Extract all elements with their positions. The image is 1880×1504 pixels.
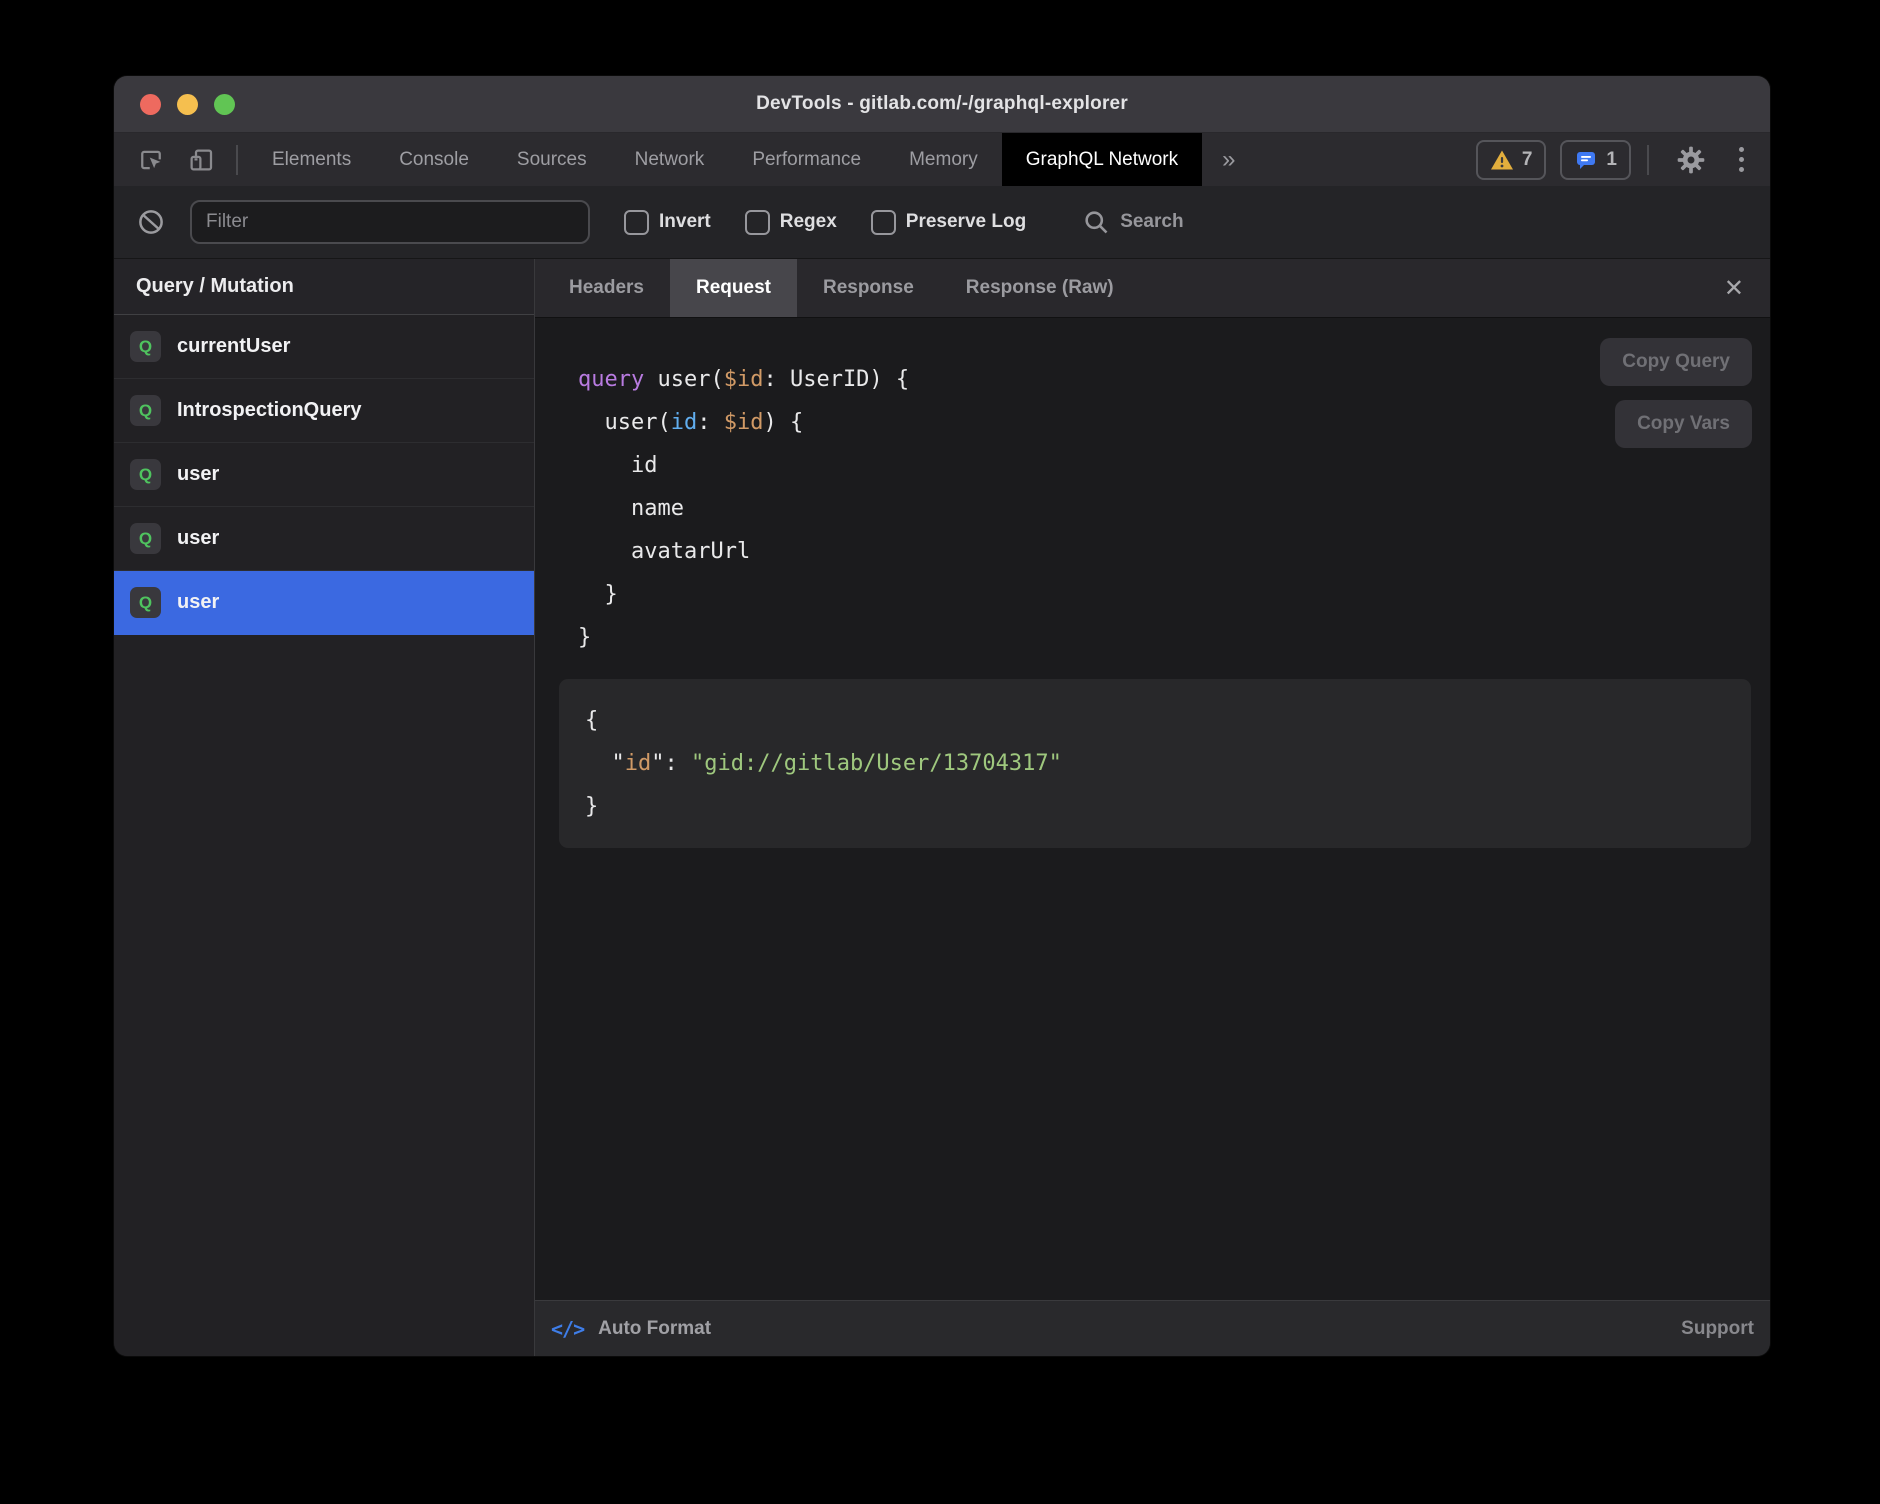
more-tabs-button[interactable]: » xyxy=(1202,133,1255,186)
detail-tabs: Headers Request Response Response (Raw) xyxy=(543,259,1140,317)
close-window-button[interactable] xyxy=(140,94,161,115)
checkbox-preserve-log[interactable]: Preserve Log xyxy=(871,210,1026,235)
device-toolbar-icon xyxy=(186,145,216,175)
traffic-lights xyxy=(140,76,235,132)
close-detail-button[interactable]: ✕ xyxy=(1698,259,1770,317)
query-type-badge: Q xyxy=(130,395,161,426)
filter-input[interactable] xyxy=(190,200,590,244)
code-line: query user($id: UserID) { xyxy=(578,358,1770,401)
request-detail-panel: Headers Request Response Response (Raw) … xyxy=(535,259,1770,1356)
messages-badge[interactable]: 1 xyxy=(1560,140,1631,180)
checkbox-box[interactable] xyxy=(624,210,649,235)
code-line: user(id: $id) { xyxy=(578,401,1770,444)
code-line: } xyxy=(585,785,1725,828)
titlebar: DevTools - gitlab.com/-/graphql-explorer xyxy=(114,76,1770,133)
tab-performance[interactable]: Performance xyxy=(728,133,885,186)
copy-vars-button[interactable]: Copy Vars xyxy=(1615,400,1752,448)
main-tabs: Elements Console Sources Network Perform… xyxy=(248,133,1202,186)
tab-sources[interactable]: Sources xyxy=(493,133,611,186)
code-line: name xyxy=(578,487,1770,530)
request-list: Q currentUser Q IntrospectionQuery Q use… xyxy=(114,315,534,635)
tab-response[interactable]: Response xyxy=(797,259,940,317)
message-icon xyxy=(1574,148,1598,172)
tab-request[interactable]: Request xyxy=(670,259,797,317)
code-line: } xyxy=(578,616,1770,659)
devtools-window: DevTools - gitlab.com/-/graphql-explorer xyxy=(114,76,1770,1356)
minimize-window-button[interactable] xyxy=(177,94,198,115)
detail-footer: </> Auto Format Support xyxy=(535,1300,1770,1356)
tab-headers[interactable]: Headers xyxy=(543,259,670,317)
toggle-device-toolbar-button[interactable] xyxy=(176,133,226,186)
devtools-tabbar: Elements Console Sources Network Perform… xyxy=(114,133,1770,186)
kebab-menu-icon xyxy=(1739,147,1744,152)
variables-box: { "id": "gid://gitlab/User/13704317"} xyxy=(559,679,1751,848)
inspect-element-button[interactable] xyxy=(126,133,176,186)
clear-button[interactable] xyxy=(126,207,176,237)
code-line: "id": "gid://gitlab/User/13704317" xyxy=(585,742,1725,785)
checkbox-box[interactable] xyxy=(871,210,896,235)
close-icon: ✕ xyxy=(1724,274,1744,303)
inspect-cursor-icon xyxy=(136,145,166,175)
copy-query-button[interactable]: Copy Query xyxy=(1600,338,1752,386)
query-type-badge: Q xyxy=(130,459,161,490)
filter-toolbar: Invert Regex Preserve Log Search xyxy=(114,186,1770,259)
auto-format-button[interactable]: </> Auto Format xyxy=(551,1317,711,1341)
sidebar-item-introspectionquery[interactable]: Q IntrospectionQuery xyxy=(114,379,534,443)
zoom-window-button[interactable] xyxy=(214,94,235,115)
block-icon xyxy=(136,207,166,237)
code-line: id xyxy=(578,444,1770,487)
checkbox-box[interactable] xyxy=(745,210,770,235)
code-line: } xyxy=(578,573,1770,616)
tab-graphql-network[interactable]: GraphQL Network xyxy=(1002,133,1202,186)
code-line: { xyxy=(585,699,1725,742)
badge-separator xyxy=(1647,145,1649,175)
tabbar-right-group: 7 1 xyxy=(1476,133,1770,186)
search-icon xyxy=(1082,208,1110,236)
tab-network[interactable]: Network xyxy=(611,133,729,186)
tabbar-separator xyxy=(236,145,238,175)
checkbox-invert[interactable]: Invert xyxy=(624,210,711,235)
copy-buttons: Copy Query Copy Vars xyxy=(1600,338,1752,448)
request-list-panel: Query / Mutation Q currentUser Q Introsp… xyxy=(114,259,535,1356)
chevron-double-right-icon: » xyxy=(1222,146,1235,174)
tab-response-raw[interactable]: Response (Raw) xyxy=(940,259,1140,317)
sidebar-item-currentuser[interactable]: Q currentUser xyxy=(114,315,534,379)
window-title: DevTools - gitlab.com/-/graphql-explorer xyxy=(756,93,1128,115)
code-brackets-icon: </> xyxy=(551,1317,584,1341)
filter-checkboxes: Invert Regex Preserve Log xyxy=(590,210,1026,235)
desktop: { "window": { "title": "DevTools - gitla… xyxy=(0,0,1880,1504)
code-line: avatarUrl xyxy=(578,530,1770,573)
query-type-badge: Q xyxy=(130,331,161,362)
detail-tabbar: Headers Request Response Response (Raw) … xyxy=(535,259,1770,318)
sidebar-item-user-1[interactable]: Q user xyxy=(114,443,534,507)
tab-memory[interactable]: Memory xyxy=(885,133,1002,186)
query-type-badge: Q xyxy=(130,523,161,554)
sidebar-item-user-3[interactable]: Q user xyxy=(114,571,534,635)
sidebar-item-user-2[interactable]: Q user xyxy=(114,507,534,571)
warnings-count: 7 xyxy=(1522,149,1533,171)
query-type-badge: Q xyxy=(130,587,161,618)
warning-icon xyxy=(1490,149,1514,171)
request-content: query user($id: UserID) { user(id: $id) … xyxy=(535,318,1770,1300)
graphql-query-code: query user($id: UserID) { user(id: $id) … xyxy=(578,358,1770,659)
tab-console[interactable]: Console xyxy=(375,133,493,186)
customize-devtools-button[interactable] xyxy=(1731,147,1752,172)
checkbox-regex[interactable]: Regex xyxy=(745,210,837,235)
search-button[interactable]: Search xyxy=(1082,208,1183,236)
messages-count: 1 xyxy=(1606,149,1617,171)
warnings-badge[interactable]: 7 xyxy=(1476,140,1547,180)
settings-button[interactable] xyxy=(1665,144,1717,176)
gear-icon xyxy=(1675,144,1707,176)
tab-elements[interactable]: Elements xyxy=(248,133,375,186)
support-link[interactable]: Support xyxy=(1681,1318,1754,1340)
main-area: Query / Mutation Q currentUser Q Introsp… xyxy=(114,259,1770,1356)
request-list-header: Query / Mutation xyxy=(114,259,534,315)
